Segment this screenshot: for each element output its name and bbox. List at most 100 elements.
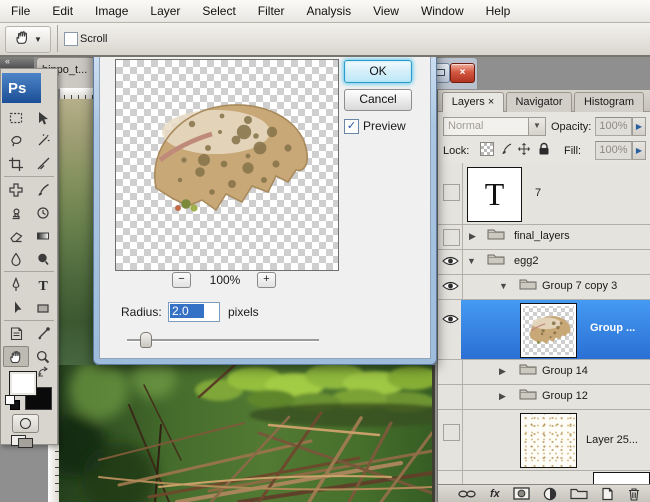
opacity-spinner-icon[interactable]: ▶ (632, 117, 646, 136)
folder-icon (519, 277, 537, 296)
dodge-tool-icon[interactable] (30, 248, 56, 269)
menu-edit[interactable]: Edit (41, 1, 84, 22)
layer-name[interactable]: Layer 25... (586, 434, 638, 446)
preview-checkbox[interactable]: ✓ (344, 119, 359, 134)
document-close-button[interactable]: × (450, 63, 475, 83)
link-layers-icon[interactable] (458, 489, 477, 499)
eye-icon[interactable] (442, 279, 459, 291)
tab-histogram[interactable]: Histogram (574, 92, 644, 112)
menu-window[interactable]: Window (410, 1, 475, 22)
fill-value[interactable]: 100% (595, 141, 632, 160)
zoom-out-button[interactable]: − (172, 272, 191, 288)
crop-tool-icon[interactable] (3, 153, 29, 174)
chevron-down-icon[interactable]: ▼ (528, 118, 545, 135)
visibility-toggle[interactable] (443, 229, 460, 246)
clone-stamp-tool-icon[interactable] (3, 202, 29, 223)
canvas-photo-nest[interactable] (42, 355, 469, 502)
zoom-in-button[interactable]: + (257, 272, 276, 288)
delete-layer-icon[interactable] (627, 487, 641, 501)
tab-navigator[interactable]: Navigator (506, 92, 572, 112)
blur-preview-box[interactable] (115, 59, 339, 271)
menu-layer[interactable]: Layer (139, 1, 191, 22)
lock-paint-icon[interactable] (499, 142, 513, 161)
pen-tool-icon[interactable] (3, 274, 29, 295)
eye-icon[interactable] (442, 254, 459, 266)
gradient-tool-icon[interactable] (30, 225, 56, 246)
visibility-toggle[interactable] (443, 184, 460, 201)
menu-file[interactable]: File (0, 1, 41, 22)
eye-icon[interactable] (442, 312, 459, 324)
menu-filter[interactable]: Filter (247, 1, 296, 22)
lock-position-icon[interactable] (517, 142, 531, 161)
ok-button[interactable]: OK (344, 60, 412, 83)
menu-view[interactable]: View (362, 1, 410, 22)
shape-tool-icon[interactable] (30, 297, 56, 318)
dialog-body: − 100% + OK Cancel ✓ Preview Radius: pix… (99, 52, 431, 359)
layer-name[interactable]: Group ... (590, 322, 635, 334)
cancel-button[interactable]: Cancel (344, 89, 412, 111)
radius-slider-track[interactable] (127, 339, 319, 342)
new-layer-icon[interactable] (601, 487, 614, 501)
layer-thumbnail-partial[interactable] (593, 472, 650, 484)
healing-brush-tool-icon[interactable] (3, 179, 29, 200)
canvas-left-sliver[interactable] (59, 99, 96, 365)
move-tool-icon[interactable] (30, 107, 56, 128)
eraser-tool-icon[interactable] (3, 225, 29, 246)
scroll-all-windows-checkbox[interactable] (64, 32, 78, 46)
menu-select[interactable]: Select (191, 1, 246, 22)
blur-tool-icon[interactable] (3, 248, 29, 269)
layer-name[interactable]: Group 12 (542, 390, 588, 402)
expand-collapsed-icon[interactable]: ▶ (469, 231, 476, 242)
quick-mask-button[interactable] (12, 414, 39, 433)
magic-wand-tool-icon[interactable] (30, 130, 56, 151)
layer-name[interactable]: 7 (535, 187, 541, 199)
default-colors-icon[interactable] (5, 395, 15, 405)
layer-name[interactable]: Group 14 (542, 365, 588, 377)
screen-mode-button[interactable] (9, 434, 39, 448)
hand-tool-preset-button[interactable]: ▼ (5, 26, 51, 53)
path-selection-tool-icon[interactable] (3, 297, 29, 318)
lock-all-icon[interactable] (538, 142, 550, 161)
brush-tool-icon[interactable] (30, 179, 56, 200)
layer-thumbnail-text[interactable]: T (467, 167, 522, 222)
tab-close-icon[interactable]: × (488, 96, 494, 108)
foreground-color-swatch[interactable] (9, 371, 37, 396)
slice-tool-icon[interactable] (30, 153, 56, 174)
add-layer-mask-icon[interactable] (513, 487, 530, 500)
hand-tool-icon-selected[interactable] (3, 346, 29, 367)
expand-collapsed-icon[interactable]: ▶ (499, 391, 506, 402)
lock-transparency-icon[interactable] (480, 142, 494, 156)
fill-spinner-icon[interactable]: ▶ (632, 141, 646, 160)
type-tool-icon[interactable]: T (30, 274, 56, 295)
adjustment-layer-icon[interactable] (543, 487, 557, 501)
layer-name[interactable]: final_layers (514, 230, 570, 242)
expand-expanded-icon[interactable]: ▼ (499, 281, 508, 291)
folder-icon (519, 387, 537, 406)
radius-slider-thumb[interactable] (140, 332, 152, 348)
opacity-label: Opacity: (551, 121, 592, 133)
layer-thumbnail-speckle[interactable] (520, 413, 577, 468)
opacity-value[interactable]: 100% (595, 117, 632, 136)
eyedropper-tool-icon[interactable] (30, 323, 56, 344)
layer-name[interactable]: egg2 (514, 255, 538, 267)
menu-help[interactable]: Help (475, 1, 522, 22)
marquee-tool-icon[interactable] (3, 107, 29, 128)
visibility-toggle[interactable] (443, 424, 460, 441)
expand-expanded-icon[interactable]: ▼ (467, 256, 476, 266)
menu-image[interactable]: Image (84, 1, 139, 22)
layer-thumbnail-egg[interactable] (520, 303, 577, 358)
lasso-tool-icon[interactable] (3, 130, 29, 151)
expand-collapsed-icon[interactable]: ▶ (499, 366, 506, 377)
zoom-tool-icon[interactable] (30, 346, 56, 367)
egg-preview-image (154, 104, 309, 212)
new-group-icon[interactable] (570, 487, 588, 500)
menu-analysis[interactable]: Analysis (295, 1, 362, 22)
history-brush-tool-icon[interactable] (30, 202, 56, 223)
radius-input[interactable] (170, 304, 204, 318)
layer-style-icon[interactable]: fx (490, 488, 500, 500)
blend-mode-select[interactable]: Normal ▼ (443, 117, 546, 136)
notes-tool-icon[interactable] (3, 323, 29, 344)
tab-layers[interactable]: Layers × (442, 92, 504, 112)
swap-colors-icon[interactable] (37, 365, 51, 383)
layer-name[interactable]: Group 7 copy 3 (542, 280, 617, 292)
